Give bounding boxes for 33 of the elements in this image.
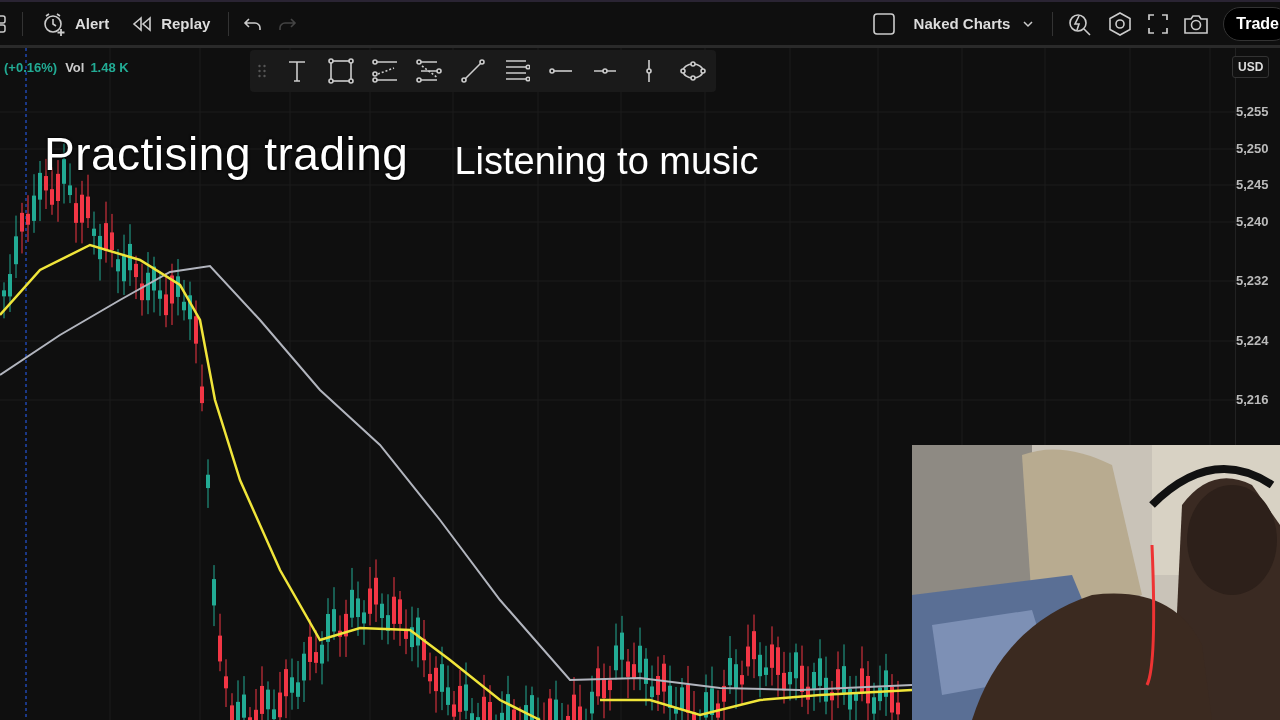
overlay-caption: Listening to music — [454, 140, 759, 183]
undo-icon[interactable] — [243, 15, 264, 32]
fullscreen-icon[interactable] — [1147, 12, 1170, 35]
overlay-caption: Practising trading — [44, 126, 409, 181]
trade-button[interactable]: Trade — [1223, 6, 1280, 41]
price-label: 5,224 — [1236, 333, 1269, 348]
price-label: 5,250 — [1236, 141, 1269, 156]
trend-line-tool-icon[interactable] — [460, 58, 486, 84]
volume-label: Vol — [65, 60, 85, 75]
alarm-clock-icon — [41, 10, 67, 37]
volume-value: 1.48 K — [90, 60, 129, 75]
price-label: 5,232 — [1236, 273, 1269, 288]
rewind-icon — [131, 14, 154, 33]
replay-button[interactable]: Replay — [127, 14, 215, 33]
square-icon[interactable] — [871, 11, 896, 36]
settings-icon[interactable] — [1107, 10, 1134, 37]
ellipse-tool-icon[interactable] — [680, 58, 706, 84]
price-label: 5,245 — [1236, 177, 1269, 192]
price-change: (+0.16%) — [4, 60, 58, 75]
regression-tool-icon[interactable] — [416, 58, 442, 84]
channel-tool-icon[interactable] — [372, 58, 398, 84]
currency-label[interactable]: USD — [1232, 56, 1270, 78]
rectangle-tool-icon[interactable] — [328, 58, 354, 84]
camera-icon[interactable] — [1183, 12, 1210, 35]
grid-icon[interactable] — [0, 13, 8, 34]
price-label: 5,255 — [1236, 104, 1269, 119]
fib-tool-icon[interactable] — [504, 58, 530, 84]
price-label: 5,216 — [1236, 392, 1269, 407]
drag-handle-icon[interactable] — [258, 64, 266, 78]
price-label: 5,240 — [1236, 214, 1269, 229]
caret-icon — [1022, 19, 1035, 28]
alert-button[interactable]: Alert — [37, 10, 114, 37]
layout-dropdown[interactable]: Naked Charts — [909, 15, 1039, 32]
